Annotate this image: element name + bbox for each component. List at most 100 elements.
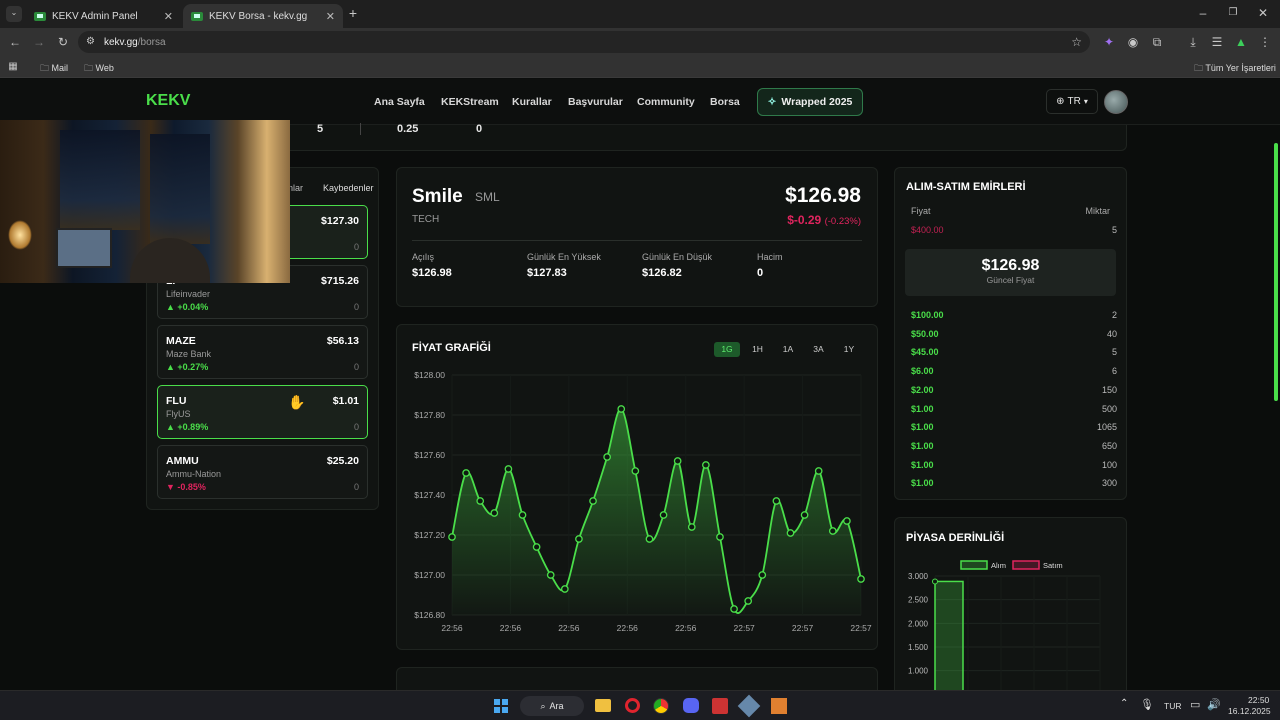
price-point[interactable] — [800, 511, 809, 519]
price-point[interactable] — [659, 511, 668, 519]
minimize-icon[interactable]: – — [1196, 6, 1210, 20]
download-icon[interactable]: ⤓ — [1186, 35, 1200, 49]
stock-list-item[interactable]: AMMU Ammu-Nation $25.20 ▼ -0.85% 0 — [157, 445, 368, 499]
volume-icon[interactable]: 🔊 — [1207, 698, 1221, 711]
menu-icon[interactable]: ⋮ — [1258, 35, 1272, 49]
network-icon[interactable]: ▭ — [1190, 698, 1200, 711]
opera-icon[interactable] — [625, 698, 640, 713]
all-bookmarks[interactable]: 🗀 Tüm Yer İşaretleri — [1194, 61, 1276, 77]
app-icon[interactable] — [771, 698, 787, 714]
reload-icon[interactable]: ↻ — [56, 35, 70, 49]
app-icon[interactable] — [712, 698, 728, 714]
price-point[interactable] — [673, 457, 682, 465]
tray-chevron-icon[interactable]: ⌃ — [1120, 698, 1128, 709]
price-point[interactable] — [744, 597, 753, 605]
y-tick-label: 3.000 — [908, 572, 929, 581]
extension-icon[interactable]: ✦ — [1102, 35, 1116, 49]
media-icon[interactable]: ☰ — [1210, 35, 1224, 49]
stock-list-item[interactable]: MAZE Maze Bank $56.13 ▲ +0.27% 0 — [157, 325, 368, 379]
price-point[interactable] — [786, 529, 795, 537]
price-point[interactable] — [490, 509, 499, 517]
price-point[interactable] — [476, 497, 485, 505]
file-explorer-icon[interactable] — [595, 699, 611, 712]
page-scrollbar[interactable] — [1274, 143, 1278, 401]
price-point[interactable] — [603, 453, 611, 461]
input-language[interactable]: TUR — [1164, 701, 1181, 711]
forward-icon[interactable]: → — [32, 35, 46, 49]
price-point[interactable] — [448, 533, 456, 541]
address-bar[interactable]: ⚙ kekv.gg/borsa ☆ — [78, 31, 1090, 53]
back-icon[interactable]: ← — [8, 35, 22, 49]
stock-symbol: MAZE — [166, 335, 196, 347]
price-point[interactable] — [716, 533, 724, 541]
camera-icon[interactable]: ◉ — [1126, 35, 1140, 49]
price-point[interactable] — [702, 461, 710, 469]
nav-community[interactable]: Community — [637, 96, 695, 108]
nav-borsa[interactable]: Borsa — [710, 96, 740, 108]
wrapped-button[interactable]: ✧ Wrapped 2025 — [757, 88, 863, 116]
price-point[interactable] — [631, 467, 640, 475]
price-point[interactable] — [843, 517, 851, 525]
discord-icon[interactable] — [683, 698, 699, 713]
tab-list-icon[interactable]: ⌄ — [6, 6, 22, 22]
legend-swatch — [960, 560, 988, 570]
extensions-puzzle-icon[interactable]: ⧉ — [1150, 35, 1164, 49]
price-point[interactable] — [504, 465, 513, 473]
price-point[interactable] — [462, 469, 470, 477]
tab-borsa[interactable]: KEKV Borsa - kekv.gg ✕ — [183, 4, 343, 28]
nav-kurallar[interactable]: Kurallar — [512, 96, 552, 108]
price-point[interactable] — [518, 511, 527, 519]
price-point[interactable] — [730, 605, 738, 613]
chrome-icon[interactable] — [653, 698, 669, 714]
stock-symbol: AMMU — [166, 455, 199, 467]
clock-date[interactable]: 16.12.2025 — [1228, 706, 1271, 716]
price-point[interactable] — [758, 571, 767, 579]
profile-icon[interactable]: ▲ — [1234, 35, 1248, 49]
nav-basvurular[interactable]: Başvurular — [568, 96, 623, 108]
avatar[interactable] — [1104, 90, 1128, 114]
order-price: $1.00 — [911, 422, 934, 433]
bookmark-mail[interactable]: 🗀 Mail — [40, 61, 68, 77]
bookmark-web[interactable]: 🗀 Web — [84, 61, 114, 77]
price-point[interactable] — [814, 467, 823, 475]
price-point[interactable] — [575, 535, 583, 543]
clock-time[interactable]: 22:50 — [1248, 695, 1269, 705]
price-point[interactable] — [560, 585, 569, 593]
tab-gainers[interactable]: nlar — [288, 183, 303, 193]
close-tab-icon[interactable]: ✕ — [164, 10, 173, 23]
price-point[interactable] — [589, 497, 597, 505]
taskbar-search[interactable]: ⌕ Ara — [520, 696, 584, 716]
stock-list-item[interactable]: FLU FlyUS $1.01 ▲ +0.89% 0 — [157, 385, 368, 439]
site-logo[interactable]: KEKV — [146, 92, 190, 110]
close-tab-icon[interactable]: ✕ — [326, 10, 335, 23]
apps-grid-icon[interactable]: ▦ — [6, 60, 20, 74]
app-icon[interactable] — [737, 694, 761, 718]
current-price-box: $126.98 Güncel Fiyat — [905, 249, 1116, 296]
price-point[interactable] — [532, 543, 541, 551]
site-info-icon[interactable]: ⚙ — [86, 35, 95, 49]
price-point[interactable] — [772, 497, 781, 505]
start-icon[interactable] — [494, 699, 508, 713]
price-point[interactable] — [687, 523, 696, 531]
tab-losers[interactable]: Kaybedenler — [323, 183, 374, 193]
new-tab-icon[interactable]: + — [346, 6, 360, 20]
tab-admin-panel[interactable]: KEKV Admin Panel ✕ — [26, 4, 181, 28]
close-window-icon[interactable]: ✕ — [1256, 6, 1270, 20]
maximize-icon[interactable]: ❐ — [1226, 6, 1240, 20]
bookmark-star-icon[interactable]: ☆ — [1071, 35, 1082, 49]
stock-change: ▲ +0.04% — [166, 302, 208, 312]
price-point[interactable] — [828, 527, 837, 535]
stock-symbol: FLU — [166, 395, 187, 407]
detail-stat-value: $126.82 — [642, 267, 682, 279]
order-price: $1.00 — [911, 440, 934, 451]
price-point[interactable] — [857, 575, 865, 583]
change-value: $-0.29 — [787, 213, 822, 227]
nav-kekstream[interactable]: KEKStream — [441, 96, 499, 108]
price-point[interactable] — [645, 535, 654, 543]
price-point[interactable] — [546, 571, 555, 579]
price-point[interactable] — [617, 405, 626, 413]
depth-bar-alim[interactable] — [934, 580, 964, 690]
nav-ana-sayfa[interactable]: Ana Sayfa — [374, 96, 425, 108]
microphone-icon[interactable]: 🎙 — [1140, 698, 1154, 711]
language-selector[interactable]: ⊕ TR ▾ — [1046, 89, 1098, 114]
